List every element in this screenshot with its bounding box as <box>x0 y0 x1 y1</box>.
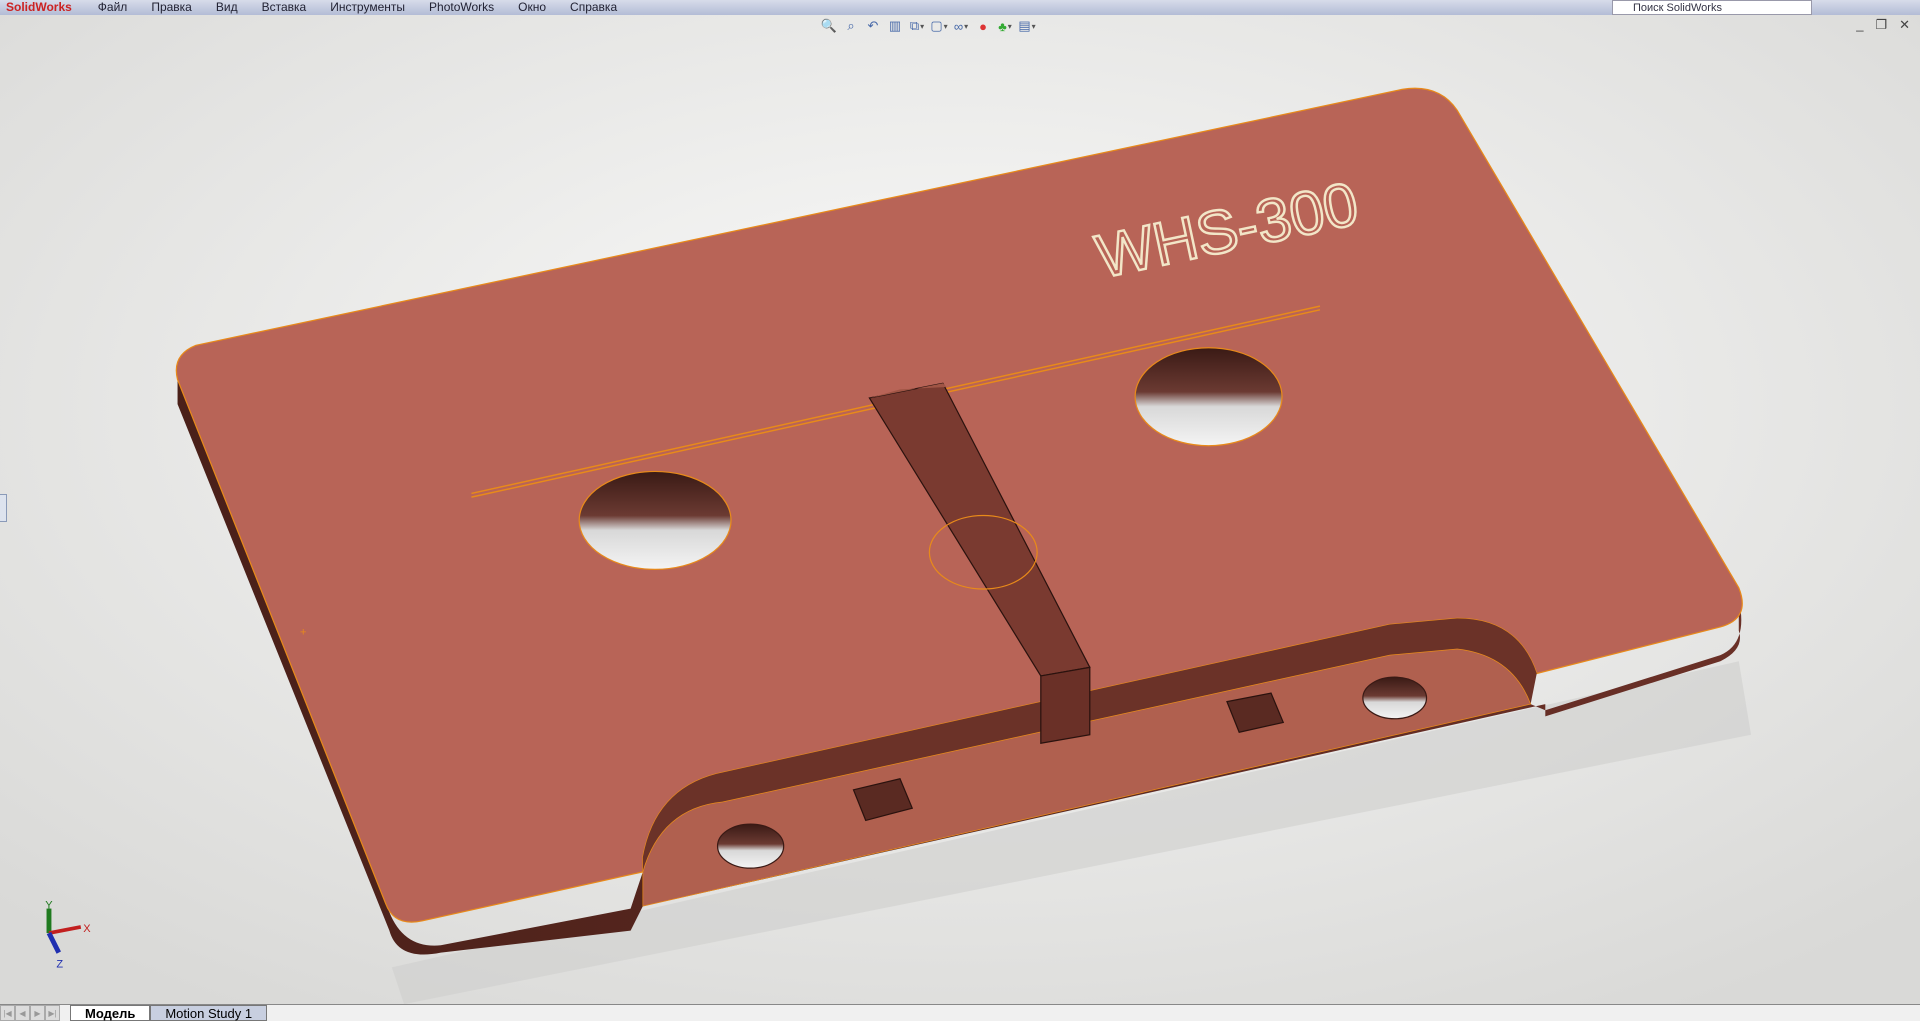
edit-appearance-icon[interactable]: ● <box>974 17 992 35</box>
menu-photoworks[interactable]: PhotoWorks <box>417 0 506 15</box>
first-tab-button[interactable]: |◀ <box>0 1005 15 1021</box>
tab-motion-study-1[interactable]: Motion Study 1 <box>150 1005 268 1021</box>
zoom-to-fit-icon[interactable]: 🔍 <box>820 17 838 35</box>
section-view-icon[interactable]: ▥ <box>886 17 904 35</box>
view-orientation-icon[interactable]: ⧉ <box>908 17 926 35</box>
zoom-area-icon[interactable]: ⌕ <box>842 17 860 35</box>
menu-help[interactable]: Справка <box>558 0 629 15</box>
display-style-icon[interactable]: ▢ <box>930 17 948 35</box>
axis-z-label: Z <box>56 958 63 970</box>
axis-y-label: Y <box>45 900 53 912</box>
small-hole-right <box>1362 676 1428 720</box>
last-tab-button[interactable]: ▶| <box>45 1005 60 1021</box>
minimize-button[interactable]: _ <box>1856 17 1863 33</box>
axis-x-label: X <box>83 923 91 935</box>
graphics-viewport[interactable]: WHS-300 + Y X Z <box>0 0 1920 1020</box>
hide-show-items-icon[interactable]: ∞ <box>952 17 970 35</box>
window-controls: _ ❐ ✕ <box>1856 17 1910 33</box>
feature-manager-toggle-handle[interactable] <box>0 494 7 522</box>
app-logo: SolidWorks <box>6 0 72 14</box>
bottom-tabs: |◀ ◀ ▶ ▶| Модель Motion Study 1 <box>0 1004 1920 1021</box>
origin-marker: + <box>300 627 306 639</box>
menu-insert[interactable]: Вставка <box>250 0 319 15</box>
bridge-bar-front <box>1040 666 1091 744</box>
small-hole-left <box>716 823 785 869</box>
menu-edit[interactable]: Правка <box>139 0 204 15</box>
menu-tools[interactable]: Инструменты <box>318 0 417 15</box>
tab-model[interactable]: Модель <box>70 1005 151 1021</box>
previous-view-icon[interactable]: ↶ <box>864 17 882 35</box>
heads-up-toolbar: 🔍 ⌕ ↶ ▥ ⧉ ▢ ∞ ● ♣ ▤ <box>820 17 1036 35</box>
next-tab-button[interactable]: ▶ <box>30 1005 45 1021</box>
close-button[interactable]: ✕ <box>1899 17 1910 33</box>
menu-file[interactable]: Файл <box>86 0 140 15</box>
menu-window[interactable]: Окно <box>506 0 558 15</box>
reel-hole-left <box>578 470 732 570</box>
menu-view[interactable]: Вид <box>204 0 250 15</box>
view-settings-icon[interactable]: ▤ <box>1018 17 1036 35</box>
prev-tab-button[interactable]: ◀ <box>15 1005 30 1021</box>
restore-button[interactable]: ❐ <box>1875 17 1887 33</box>
search-input[interactable] <box>1612 0 1812 15</box>
apply-scene-icon[interactable]: ♣ <box>996 17 1014 35</box>
reel-hole-right <box>1134 347 1283 447</box>
